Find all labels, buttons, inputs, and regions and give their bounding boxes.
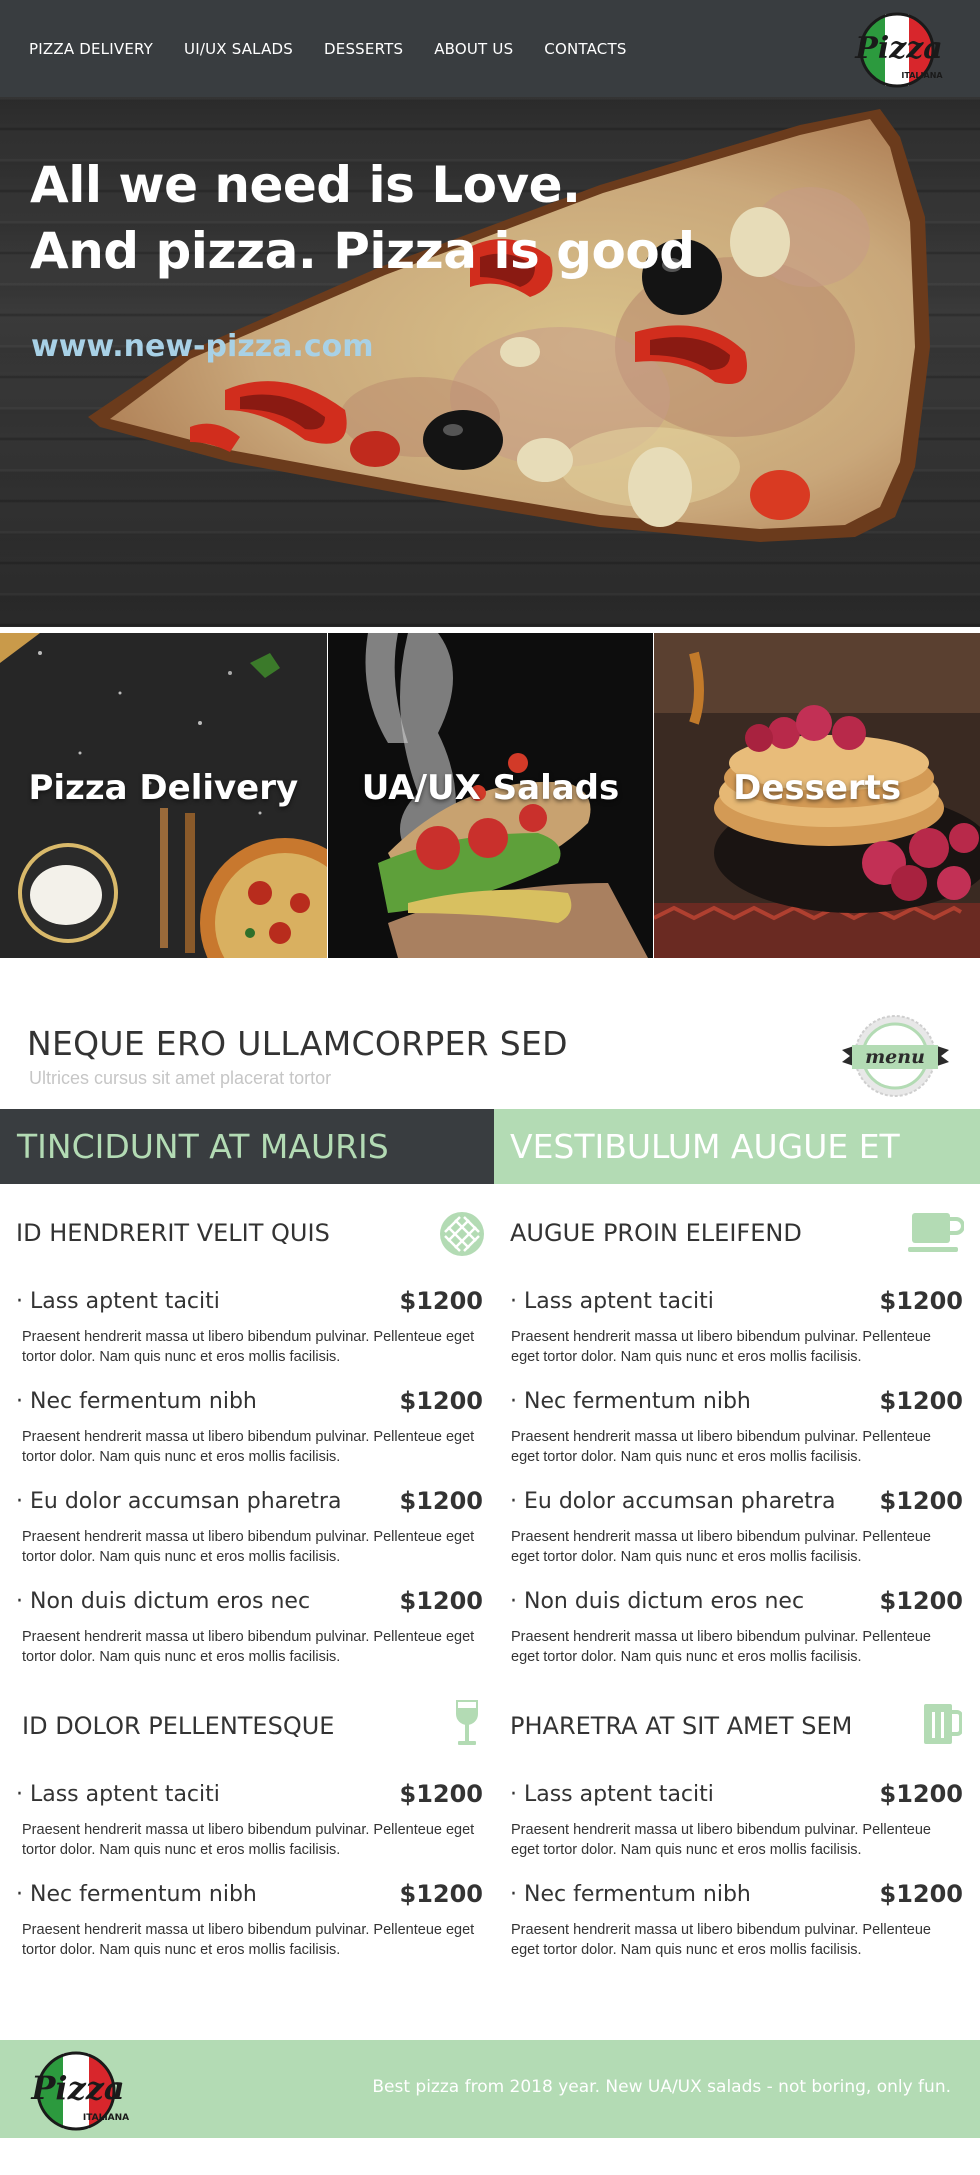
hero-line-2: And pizza. Pizza is good xyxy=(30,222,695,280)
nav-link-desserts[interactable]: DESSERTS xyxy=(324,40,403,58)
item-description: Praesent hendrerit massa ut libero biben… xyxy=(511,1629,931,1665)
item-name: · Nec fermentum nibh xyxy=(16,1882,257,1907)
footer: Pizza ITALIANA Best pizza from 2018 year… xyxy=(0,2040,980,2138)
item-name: · Lass aptent taciti xyxy=(510,1782,714,1807)
section-title: ID HENDRERIT VELIT QUIS xyxy=(16,1219,330,1247)
waffle-icon xyxy=(440,1212,484,1256)
category-salads[interactable]: UA/UX Salads xyxy=(326,633,654,958)
menu-title: NEQUE ERO ULLAMCORPER SED xyxy=(27,1024,568,1063)
logo-sub: ITALIANA xyxy=(901,71,943,80)
nav-link-pizza-delivery[interactable]: PIZZA DELIVERY xyxy=(29,40,153,58)
item-price: $1200 xyxy=(399,1880,484,1908)
nav-links: PIZZA DELIVERY UI/UX SALADS DESSERTS ABO… xyxy=(29,40,658,58)
item-description: Praesent hendrerit massa ut libero biben… xyxy=(511,1429,931,1465)
item-price: $1200 xyxy=(399,1287,484,1315)
menu-section-3: ID DOLOR PELLENTESQUE · Lass aptent taci… xyxy=(16,1700,484,1972)
menu-header: NEQUE ERO ULLAMCORPER SED Ultrices cursu… xyxy=(0,990,980,1100)
item-description: Praesent hendrerit massa ut libero biben… xyxy=(22,1429,475,1465)
footer-pizza-logo-icon[interactable]: Pizza ITALIANA xyxy=(28,2048,138,2134)
item-name: · Non duis dictum eros nec xyxy=(510,1589,805,1614)
item-name: · Non duis dictum eros nec xyxy=(16,1589,311,1614)
item-name: · Nec fermentum nibh xyxy=(510,1882,751,1907)
section-title: PHARETRA AT SIT AMET SEM xyxy=(510,1712,853,1740)
item-description: Praesent hendrerit massa ut libero biben… xyxy=(22,1529,475,1565)
menu-badge-label: menu xyxy=(865,1046,925,1068)
item-price: $1200 xyxy=(399,1387,484,1415)
category-pizza-delivery[interactable]: Pizza Delivery xyxy=(0,633,327,958)
hero-url-link[interactable]: www.new-pizza.com xyxy=(31,329,373,364)
item-price: $1200 xyxy=(879,1587,964,1615)
logo-word: Pizza xyxy=(854,31,942,66)
section-title: AUGUE PROIN ELEIFEND xyxy=(510,1219,802,1247)
hero-banner: All we need is Love. And pizza. Pizza is… xyxy=(0,97,980,627)
nav-link-salads[interactable]: UI/UX SALADS xyxy=(184,40,293,58)
item-name: · Nec fermentum nibh xyxy=(16,1389,257,1414)
item-description: Praesent hendrerit massa ut libero biben… xyxy=(22,1822,475,1858)
beer-mug-icon xyxy=(924,1704,962,1744)
category-tiles: Pizza Delivery UA/UX Salads Desserts xyxy=(0,633,980,958)
top-nav: PIZZA DELIVERY UI/UX SALADS DESSERTS ABO… xyxy=(0,0,980,97)
item-description: Praesent hendrerit massa ut libero biben… xyxy=(22,1629,475,1665)
item-price: $1200 xyxy=(879,1387,964,1415)
item-description: Praesent hendrerit massa ut libero biben… xyxy=(22,1922,475,1958)
item-name: · Lass aptent taciti xyxy=(510,1289,714,1314)
item-price: $1200 xyxy=(399,1487,484,1515)
hero-line-1: All we need is Love. xyxy=(30,156,581,214)
item-description: Praesent hendrerit massa ut libero biben… xyxy=(511,1329,931,1365)
category-desserts[interactable]: Desserts xyxy=(653,633,980,958)
menu-section-1: ID HENDRERIT VELIT QUIS · Lass aptent ta… xyxy=(16,1212,484,1669)
item-description: Praesent hendrerit massa ut libero biben… xyxy=(22,1329,475,1365)
item-price: $1200 xyxy=(879,1487,964,1515)
pizza-logo-icon[interactable]: Pizza ITALIANA xyxy=(852,10,952,90)
category-label: Desserts xyxy=(733,768,902,808)
nav-link-about[interactable]: ABOUT US xyxy=(434,40,513,58)
item-name: · Eu dolor accumsan pharetra xyxy=(510,1489,836,1514)
item-name: · Lass aptent taciti xyxy=(16,1289,220,1314)
item-price: $1200 xyxy=(399,1780,484,1808)
menu-badge-icon: menu xyxy=(842,1015,949,1097)
footer-logo-word: Pizza xyxy=(30,2069,124,2107)
item-name: · Eu dolor accumsan pharetra xyxy=(16,1489,342,1514)
item-description: Praesent hendrerit massa ut libero biben… xyxy=(511,1922,931,1958)
footer-tagline: Best pizza from 2018 year. New UA/UX sal… xyxy=(372,2077,951,2097)
nav-link-contacts[interactable]: CONTACTS xyxy=(544,40,626,58)
menu-section-2: AUGUE PROIN ELEIFEND · Lass aptent tacit… xyxy=(510,1213,964,1669)
tab-vestibulum[interactable]: VESTIBULUM AUGUE ET xyxy=(494,1109,980,1184)
tab-tincidunt[interactable]: TINCIDUNT AT MAURIS xyxy=(0,1109,494,1184)
item-name: · Lass aptent taciti xyxy=(16,1782,220,1807)
coffee-cup-icon xyxy=(908,1213,964,1252)
hero-headline: All we need is Love. And pizza. Pizza is… xyxy=(30,152,695,284)
item-price: $1200 xyxy=(399,1587,484,1615)
item-price: $1200 xyxy=(879,1780,964,1808)
category-label: Pizza Delivery xyxy=(28,768,299,808)
item-price: $1200 xyxy=(879,1880,964,1908)
section-title: ID DOLOR PELLENTESQUE xyxy=(22,1712,335,1740)
item-price: $1200 xyxy=(879,1287,964,1315)
menu-subtitle: Ultrices cursus sit amet placerat tortor xyxy=(29,1068,332,1088)
footer-logo-sub: ITALIANA xyxy=(83,2113,129,2123)
item-description: Praesent hendrerit massa ut libero biben… xyxy=(511,1822,931,1858)
category-label: UA/UX Salads xyxy=(361,768,620,808)
menu-section-4: PHARETRA AT SIT AMET SEM · Lass aptent t… xyxy=(510,1704,964,1972)
wine-glass-icon xyxy=(456,1700,478,1745)
item-description: Praesent hendrerit massa ut libero biben… xyxy=(511,1529,931,1565)
item-name: · Nec fermentum nibh xyxy=(510,1389,751,1414)
